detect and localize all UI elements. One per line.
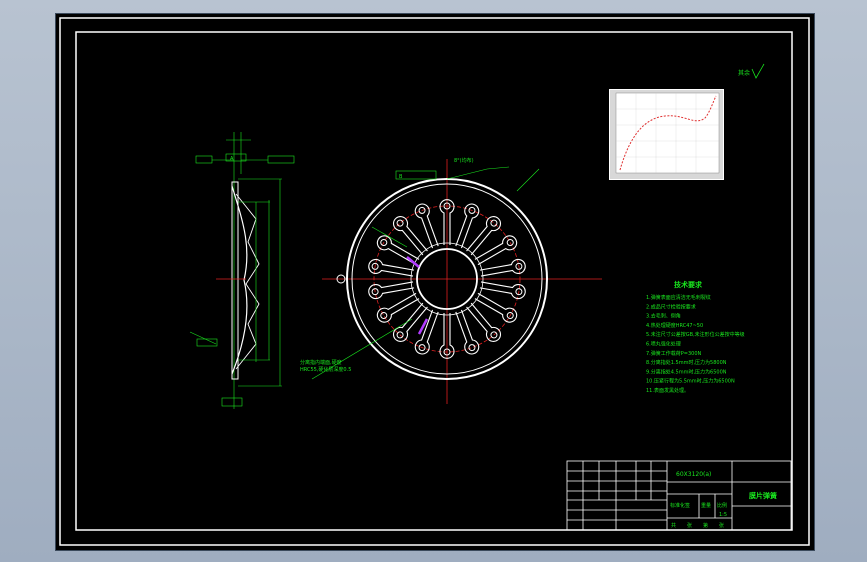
weight-label: 重量 [701, 502, 711, 509]
sheet-label-2: 张 [687, 522, 692, 529]
tech-requirement-item: 1.弹簧表面应清洁无毛刺裂纹 [646, 294, 711, 301]
spring-finger [414, 203, 439, 249]
characteristic-curve-panel [609, 89, 724, 180]
tech-requirement-item: 11.表面发黑处理。 [646, 387, 689, 394]
sheet-label-4: 张 [719, 522, 724, 529]
tech-requirement-item: 6.喷丸强化处理 [646, 341, 681, 348]
tech-requirement-item: 7.弹簧工作载荷P=300N [646, 350, 702, 357]
tech-requirement-item: 2.成品尺寸检验按要求 [646, 303, 696, 310]
tech-requirement-item: 8.分离指处1.5mm时,压力为5800N [646, 359, 727, 366]
spring-finger [368, 258, 415, 277]
front-view [311, 159, 602, 404]
characteristic-curve [615, 92, 720, 174]
spring-finger [455, 309, 480, 355]
section-view: A [189, 132, 295, 409]
drawing-number: 60X3120(a) [676, 471, 711, 478]
material-label: 标准化签 [670, 502, 690, 509]
tech-requirement-item: 5.未注尺寸公差按GB,未注形位公差按中等级 [646, 331, 745, 338]
spring-finger [368, 281, 415, 300]
angle-label: 8°(均布) [454, 157, 474, 164]
tech-requirement-item: 10.压紧行程为5.5mm时,压力为6500N [646, 378, 735, 385]
sheet-label-3: 第 [703, 522, 708, 529]
tech-requirement-item: 4.热处理硬度HRC47~50 [646, 322, 703, 329]
svg-text:技术要求: 技术要求 [674, 280, 703, 289]
roughness-label: 其余 [738, 69, 750, 77]
spring-finger [455, 203, 480, 249]
roughness-symbol [751, 63, 765, 79]
spring-finger [479, 258, 526, 277]
scale-value: 1:5 [719, 512, 727, 518]
svg-text:A: A [230, 156, 234, 162]
scale-label: 比例 [717, 502, 727, 509]
tech-requirement-item: 3.去毛刺、倒角 [646, 313, 681, 320]
spring-finger [479, 281, 526, 300]
callout-line2: HRC55,硬化层深度0.5 [300, 366, 351, 373]
svg-text:B: B [399, 174, 403, 180]
sheet-label-1: 共 [671, 522, 676, 529]
tech-requirements: 技术要求 1.弹簧表面应清洁无毛刺裂纹 2.成品尺寸检验按要求 3.去毛刺、倒角 4.… [646, 280, 745, 394]
tech-requirement-item: 9.分离指处4.5mm时,压力为6500N [646, 368, 727, 375]
callout-line1: 分离指内端面,硬度 [300, 359, 342, 366]
drawing-title: 膜片弹簧 [748, 491, 777, 500]
spring-finger [414, 309, 439, 355]
